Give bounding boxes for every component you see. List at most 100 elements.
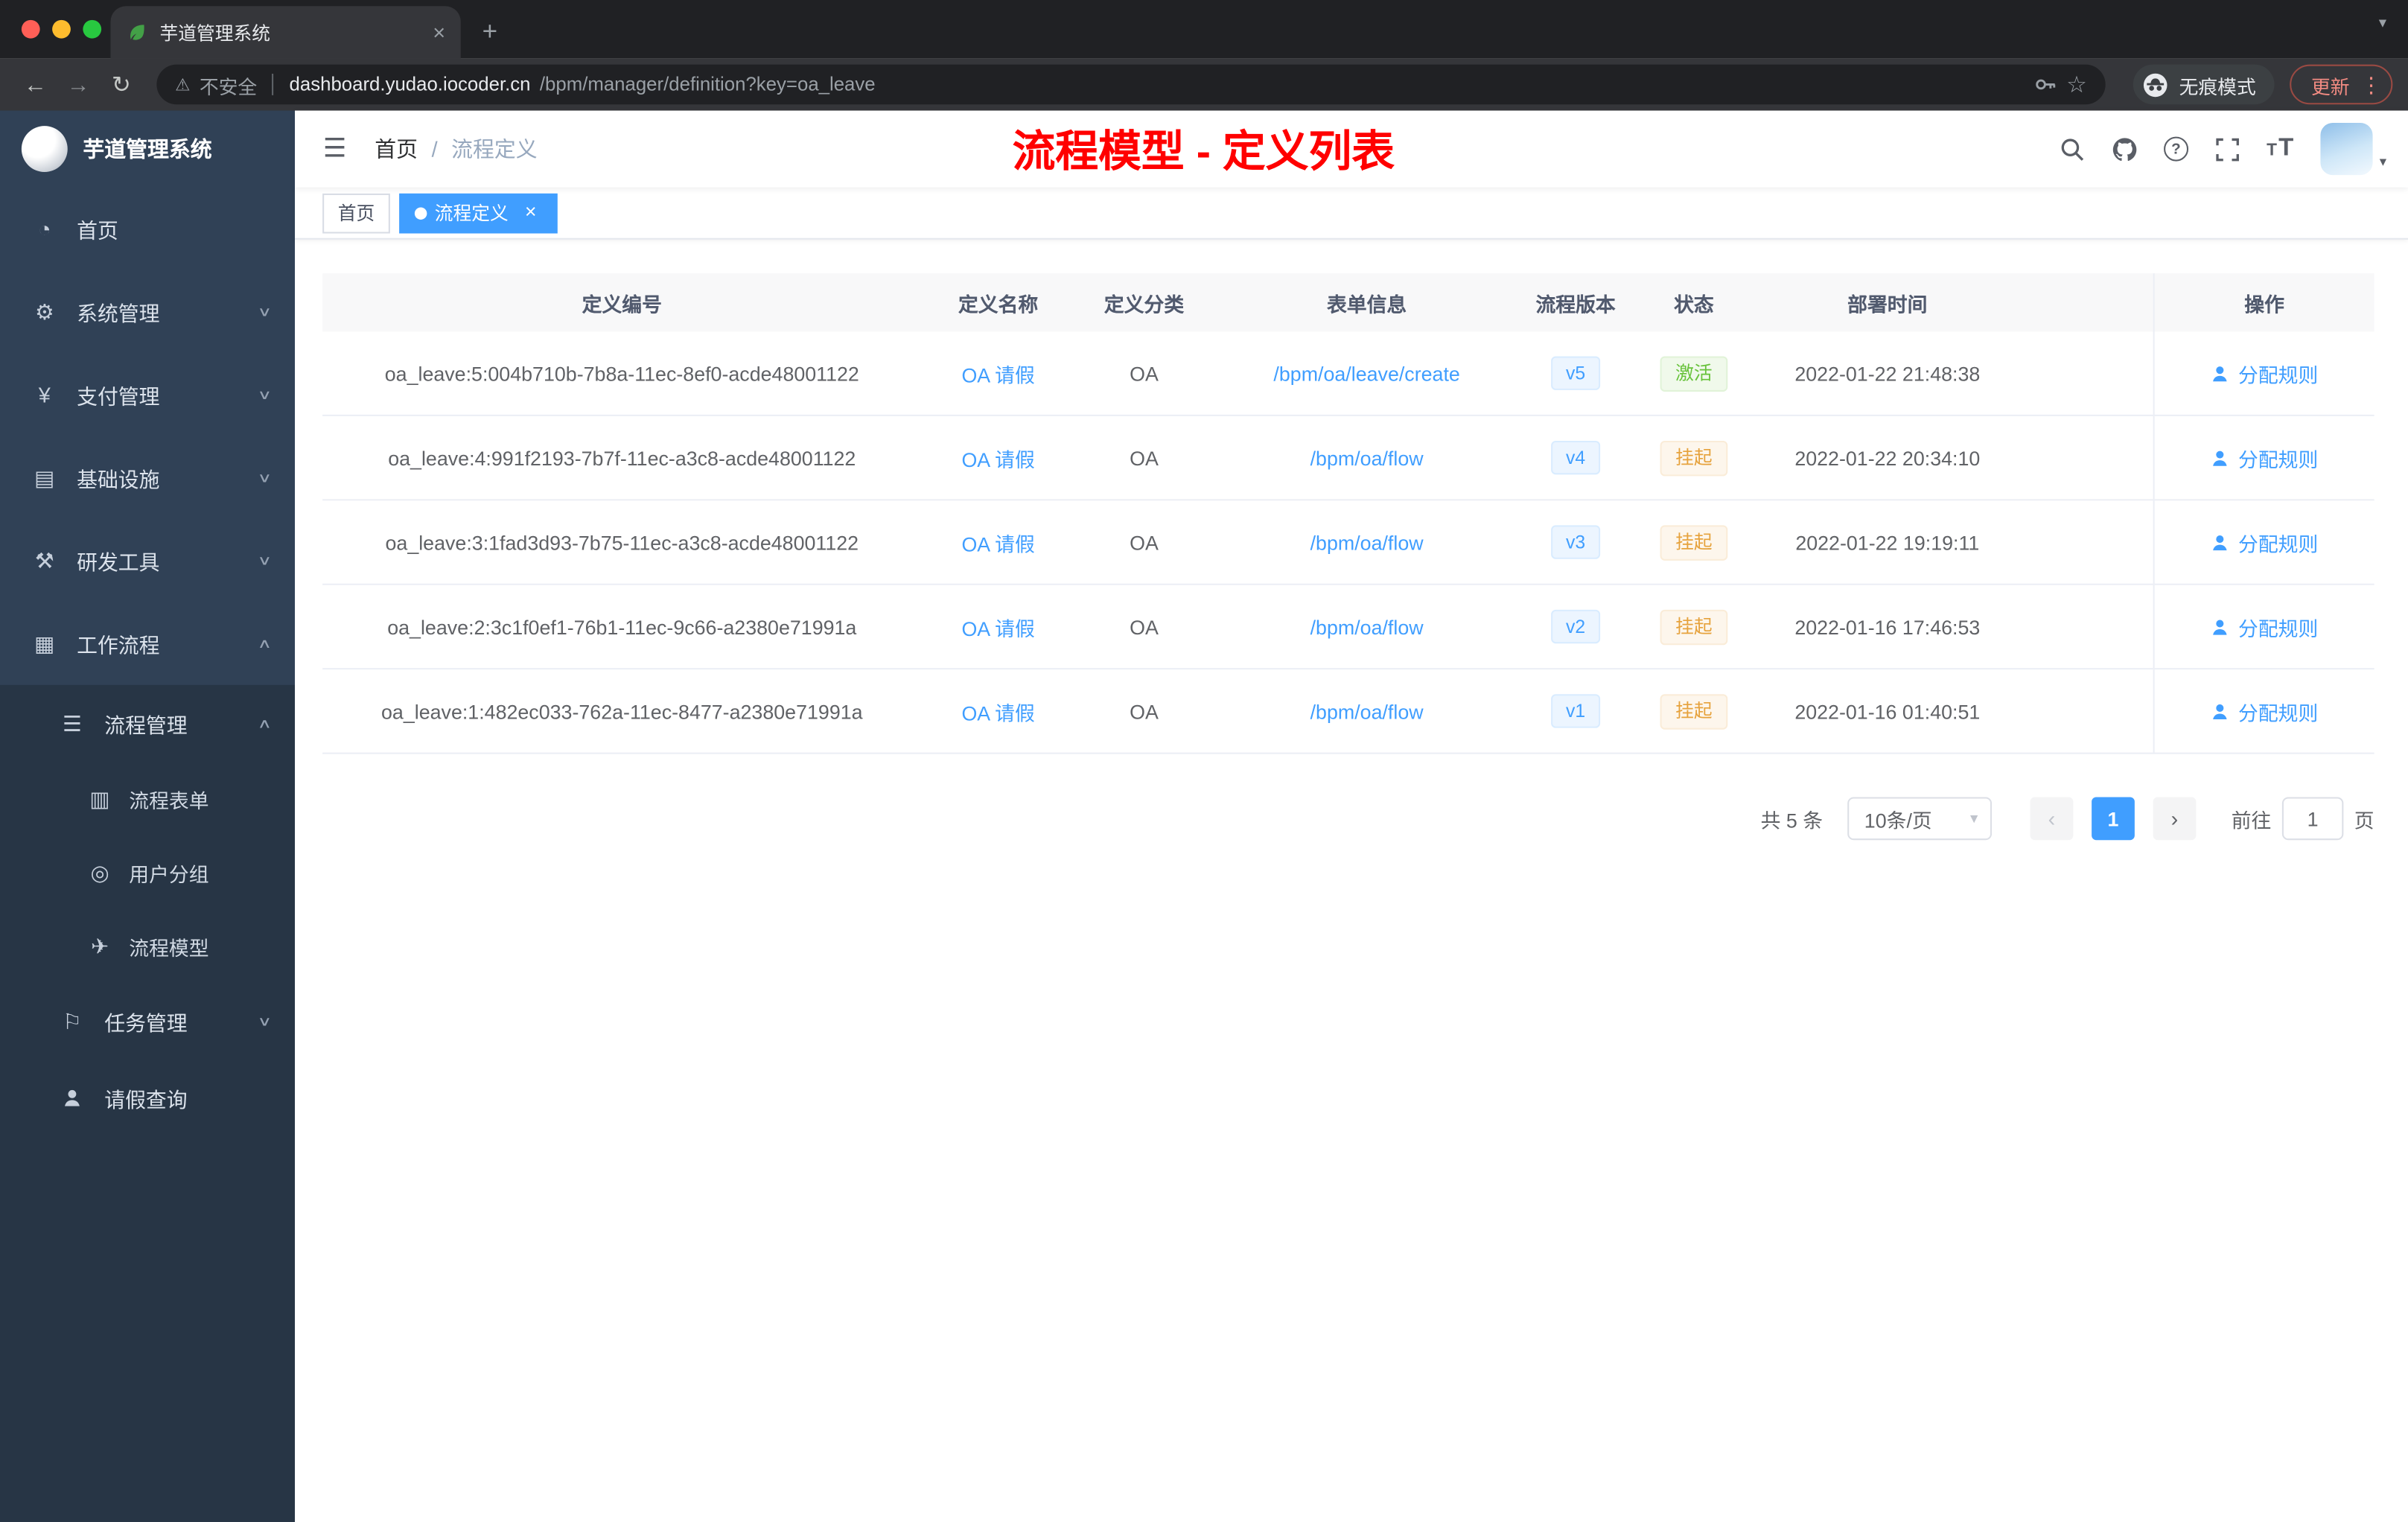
tag-home[interactable]: 首页 bbox=[322, 192, 390, 233]
status-badge: 激活 bbox=[1660, 355, 1728, 391]
sidebar-item-task-manage[interactable]: ⚐ 任务管理 ∨ bbox=[0, 983, 295, 1060]
breadcrumb-home-link[interactable]: 首页 bbox=[375, 133, 418, 164]
github-icon[interactable] bbox=[2112, 136, 2138, 162]
sidebar-item-label: 基础设施 bbox=[77, 468, 160, 491]
sidebar-item-infrastructure[interactable]: ▤ 基础设施 ∨ bbox=[0, 436, 295, 519]
address-bar[interactable]: ⚠ 不安全 dashboard.yudao.iocoder.cn /bpm/ma… bbox=[156, 64, 2106, 105]
fullscreen-icon[interactable] bbox=[2214, 136, 2240, 162]
col-definition-category: 定义分类 bbox=[1103, 292, 1185, 316]
search-icon[interactable] bbox=[2060, 136, 2086, 162]
tag-process-definition[interactable]: 流程定义 × bbox=[399, 192, 558, 233]
form-info-link[interactable]: /bpm/oa/flow bbox=[1310, 699, 1424, 722]
cell-definition-id: oa_leave:3:1fad3d93-7b75-11ec-a3c8-acde4… bbox=[385, 530, 859, 554]
gear-icon: ⚙ bbox=[34, 299, 54, 324]
sidebar: 芋道管理系统 ◔ 首页 ⚙ 系统管理 ∨ ¥ 支付管理 ∨ ▤ 基础设施 ∨ ⚒… bbox=[0, 110, 295, 1522]
user-avatar-menu[interactable]: ▾ bbox=[2321, 123, 2386, 176]
prev-page-button[interactable]: ‹ bbox=[2030, 797, 2074, 841]
assign-rule-link[interactable]: 分配规则 bbox=[2211, 527, 2318, 556]
definition-name-link[interactable]: OA 请假 bbox=[961, 443, 1034, 472]
col-form-info: 表单信息 bbox=[1326, 292, 1407, 316]
person-icon bbox=[2214, 619, 2228, 634]
sidebar-item-label: 用户分组 bbox=[129, 862, 209, 886]
page-size-select[interactable]: 10条/页 ▾ bbox=[1847, 797, 1992, 841]
help-icon[interactable]: ? bbox=[2163, 136, 2188, 162]
avatar[interactable] bbox=[2321, 123, 2374, 176]
browser-tab[interactable]: 芋道管理系统 × bbox=[110, 6, 461, 59]
definition-name-link[interactable]: OA 请假 bbox=[961, 696, 1034, 725]
next-page-button[interactable]: › bbox=[2153, 797, 2197, 841]
tab-title: 芋道管理系统 bbox=[159, 22, 271, 44]
assign-rule-link[interactable]: 分配规则 bbox=[2211, 443, 2318, 472]
sidebar-item-process-model[interactable]: ✈ 流程模型 bbox=[0, 909, 295, 983]
page-size-value: 10条/页 bbox=[1864, 808, 1932, 832]
form-info-link[interactable]: /bpm/oa/leave/create bbox=[1273, 362, 1459, 385]
assign-rule-link[interactable]: 分配规则 bbox=[2211, 359, 2318, 388]
definition-name-link[interactable]: OA 请假 bbox=[961, 612, 1034, 641]
person-icon bbox=[2214, 703, 2228, 719]
reload-button[interactable]: ↻ bbox=[101, 65, 141, 105]
logo-avatar bbox=[21, 126, 68, 172]
form-info-link[interactable]: /bpm/oa/flow bbox=[1310, 531, 1424, 554]
browser-toolbar: ← → ↻ ⚠ 不安全 dashboard.yudao.iocoder.cn /… bbox=[0, 58, 2408, 111]
col-definition-name: 定义名称 bbox=[958, 292, 1039, 316]
page-number-button[interactable]: 1 bbox=[2092, 797, 2135, 841]
font-size-icon[interactable]: TT bbox=[2267, 136, 2295, 163]
sidebar-item-label: 任务管理 bbox=[104, 1012, 188, 1036]
chevron-down-icon: ∨ bbox=[258, 386, 273, 401]
pagination-jump: 前往 1 页 bbox=[2232, 797, 2374, 841]
chevron-down-icon: ∨ bbox=[258, 303, 273, 319]
window-zoom-button[interactable] bbox=[83, 19, 102, 39]
bookmark-star-icon[interactable]: ☆ bbox=[2066, 71, 2087, 98]
sidebar-item-label: 研发工具 bbox=[77, 551, 160, 575]
sidebar-item-workflow[interactable]: ▦ 工作流程 ∧ bbox=[0, 602, 295, 685]
cell-definition-id: oa_leave:5:004b710b-7b8a-11ec-8ef0-acde4… bbox=[384, 361, 859, 385]
send-icon: ✈ bbox=[90, 932, 109, 958]
sidebar-item-process-form[interactable]: ▥ 流程表单 bbox=[0, 762, 295, 835]
users-icon: ◎ bbox=[90, 859, 109, 884]
app-title: 芋道管理系统 bbox=[83, 136, 212, 162]
table-row: oa_leave:3:1fad3d93-7b75-11ec-a3c8-acde4… bbox=[322, 500, 2374, 585]
tab-search-icon[interactable]: ▾ bbox=[2379, 16, 2386, 33]
key-icon[interactable] bbox=[2033, 72, 2057, 97]
goto-page-input[interactable]: 1 bbox=[2281, 797, 2344, 841]
chevron-up-icon: ∧ bbox=[258, 715, 273, 730]
sidebar-item-home[interactable]: ◔ 首页 bbox=[0, 188, 295, 270]
person-icon bbox=[58, 1087, 86, 1109]
col-spacer bbox=[2018, 273, 2153, 331]
window-minimize-button[interactable] bbox=[52, 19, 71, 39]
cell-deploy-time: 2022-01-22 19:19:11 bbox=[1795, 530, 1980, 554]
definition-name-link[interactable]: OA 请假 bbox=[961, 527, 1034, 556]
tag-close-icon[interactable]: × bbox=[519, 200, 542, 224]
tags-view: 首页 流程定义 × bbox=[295, 187, 2408, 240]
sidebar-item-payment[interactable]: ¥ 支付管理 ∨ bbox=[0, 353, 295, 436]
chrome-update-button[interactable]: 更新 ⋮ bbox=[2290, 64, 2393, 105]
back-button[interactable]: ← bbox=[16, 65, 56, 105]
sidebar-item-process-manage[interactable]: ☰ 流程管理 ∧ bbox=[0, 685, 295, 762]
url-host: dashboard.yudao.iocoder.cn bbox=[289, 74, 531, 95]
browser-menu-icon[interactable]: ⋮ bbox=[2360, 71, 2382, 98]
tab-close-icon[interactable]: × bbox=[433, 20, 445, 45]
definition-name-link[interactable]: OA 请假 bbox=[961, 359, 1034, 388]
new-tab-button[interactable]: + bbox=[482, 17, 497, 48]
cell-spacer bbox=[2018, 669, 2153, 752]
table-row: oa_leave:5:004b710b-7b8a-11ec-8ef0-acde4… bbox=[322, 331, 2374, 416]
chevron-down-icon: ∨ bbox=[258, 1013, 273, 1028]
breadcrumb-current: 流程定义 bbox=[451, 136, 538, 162]
assign-rule-link[interactable]: 分配规则 bbox=[2211, 696, 2318, 725]
sidebar-item-devtools[interactable]: ⚒ 研发工具 ∨ bbox=[0, 519, 295, 602]
forward-button[interactable]: → bbox=[58, 65, 98, 105]
workflow-icon: ▦ bbox=[34, 630, 55, 655]
app-navbar: ☰ 首页 / 流程定义 流程模型 - 定义列表 ? TT ▾ bbox=[295, 110, 2408, 188]
app-logo[interactable]: 芋道管理系统 bbox=[0, 111, 295, 188]
sidebar-item-label: 支付管理 bbox=[77, 385, 160, 409]
window-close-button[interactable] bbox=[21, 19, 40, 39]
sidebar-item-leave-query[interactable]: 请假查询 bbox=[0, 1060, 295, 1136]
incognito-badge: 无痕模式 bbox=[2133, 64, 2275, 105]
form-info-link[interactable]: /bpm/oa/flow bbox=[1310, 615, 1424, 638]
assign-rule-link[interactable]: 分配规则 bbox=[2211, 612, 2318, 641]
form-info-link[interactable]: /bpm/oa/flow bbox=[1310, 446, 1424, 469]
sidebar-item-user-group[interactable]: ◎ 用户分组 bbox=[0, 835, 295, 909]
sidebar-item-system[interactable]: ⚙ 系统管理 ∨ bbox=[0, 270, 295, 353]
sidebar-menu: ◔ 首页 ⚙ 系统管理 ∨ ¥ 支付管理 ∨ ▤ 基础设施 ∨ ⚒ 研发工具 ∨… bbox=[0, 188, 295, 1522]
sidebar-fold-icon[interactable]: ☰ bbox=[295, 111, 375, 188]
